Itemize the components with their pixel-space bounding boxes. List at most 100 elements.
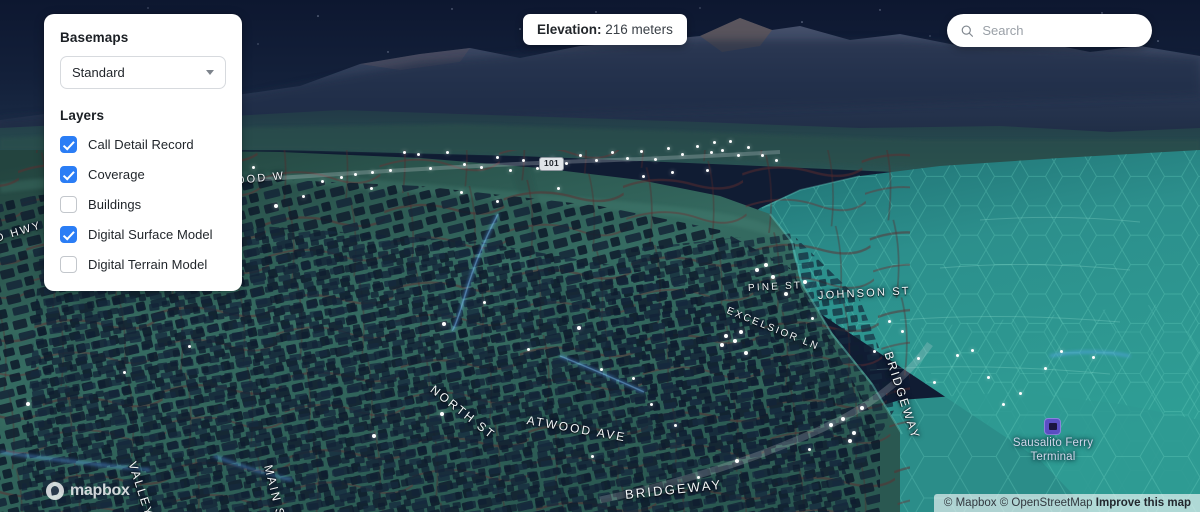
cdr-point [610, 150, 614, 154]
cdr-point [712, 140, 716, 144]
cdr-point [495, 199, 499, 203]
layer-checkbox-digital-terrain-model[interactable] [60, 256, 77, 273]
cdr-point [594, 158, 598, 162]
basemap-select[interactable]: Standard [60, 56, 226, 89]
layer-label: Digital Surface Model [88, 227, 213, 242]
cdr-point [764, 263, 768, 267]
layer-label: Buildings [88, 197, 142, 212]
cdr-point [440, 412, 444, 416]
cdr-point [739, 330, 743, 334]
cdr-point [744, 351, 748, 355]
attribution-mapbox[interactable]: © Mapbox [944, 497, 997, 509]
layer-row-coverage[interactable]: Coverage [60, 166, 226, 183]
cdr-point [720, 343, 724, 347]
cdr-point [736, 153, 740, 157]
layers-list: Call Detail Record Coverage Buildings Digit… [60, 136, 226, 273]
search-box[interactable] [947, 14, 1152, 47]
attribution-openstreetmap[interactable]: © OpenStreetMap [1000, 497, 1093, 509]
cdr-point [370, 170, 374, 174]
layer-row-call-detail-record[interactable]: Call Detail Record [60, 136, 226, 153]
cdr-point [625, 156, 629, 160]
layers-heading: Layers [60, 108, 105, 123]
cdr-point [339, 175, 343, 179]
cdr-point [807, 447, 811, 451]
cdr-point [705, 168, 709, 172]
cdr-point [388, 168, 392, 172]
cdr-point [320, 179, 324, 183]
layer-checkbox-buildings[interactable] [60, 196, 77, 213]
cdr-point [735, 459, 739, 463]
layer-checkbox-call-detail-record[interactable] [60, 136, 77, 153]
layer-checkbox-coverage[interactable] [60, 166, 77, 183]
layer-checkbox-digital-surface-model[interactable] [60, 226, 77, 243]
cdr-point [784, 292, 788, 296]
cdr-point [564, 161, 568, 165]
ferry-icon[interactable] [1044, 418, 1061, 435]
highway-shield-101: 101 [539, 157, 565, 171]
cdr-point [860, 406, 864, 410]
cdr-point [187, 344, 191, 348]
cdr-point [353, 172, 357, 176]
cdr-point [760, 153, 764, 157]
cdr-point [932, 380, 936, 384]
cdr-point [508, 168, 512, 172]
chevron-down-icon [206, 70, 214, 75]
cdr-point [810, 316, 814, 320]
cdr-point [900, 329, 904, 333]
cdr-point [755, 268, 759, 272]
cdr-point [653, 157, 657, 161]
cdr-point [955, 353, 959, 357]
cdr-point [720, 148, 724, 152]
cdr-point [274, 204, 278, 208]
mapbox-logo[interactable]: mapbox [46, 482, 130, 500]
layer-row-buildings[interactable]: Buildings [60, 196, 226, 213]
cdr-point [428, 166, 432, 170]
cdr-point [1043, 366, 1047, 370]
cdr-point [733, 339, 737, 343]
cdr-point [728, 139, 732, 143]
cdr-point [916, 356, 920, 360]
cdr-point [803, 280, 807, 284]
cdr-point [666, 146, 670, 150]
cdr-point [641, 174, 645, 178]
elevation-badge: Elevation: 216 meters [523, 14, 687, 45]
cdr-point [521, 158, 525, 162]
cdr-point [771, 275, 775, 279]
cdr-point [445, 150, 449, 154]
layer-label: Coverage [88, 167, 145, 182]
layer-label: Digital Terrain Model [88, 257, 208, 272]
cdr-point [970, 348, 974, 352]
search-input[interactable] [982, 23, 1138, 38]
cdr-point [709, 150, 713, 154]
cdr-point [599, 367, 603, 371]
cdr-point [369, 186, 373, 190]
basemap-select-value: Standard [72, 65, 125, 80]
cdr-point [774, 158, 778, 162]
cdr-point [848, 439, 852, 443]
cdr-point [631, 376, 635, 380]
cdr-point [1091, 355, 1095, 359]
map-attribution-bar: © Mapbox © OpenStreetMap Improve this ma… [933, 494, 1200, 512]
layer-row-digital-terrain-model[interactable]: Digital Terrain Model [60, 256, 226, 273]
cdr-point [986, 375, 990, 379]
improve-this-map-link[interactable]: Improve this map [1096, 497, 1191, 509]
elevation-label: Elevation: [537, 22, 602, 37]
cdr-point [746, 145, 750, 149]
cdr-point [416, 152, 420, 156]
cdr-point [590, 454, 594, 458]
map-control-panel: Basemaps Standard Layers Call Detail Rec… [44, 14, 242, 291]
cdr-point [1059, 349, 1063, 353]
elevation-value: 216 meters [605, 22, 673, 37]
cdr-point [122, 370, 126, 374]
cdr-point [670, 170, 674, 174]
cdr-point [724, 334, 728, 338]
cdr-point [673, 423, 677, 427]
cdr-point [251, 165, 255, 169]
layer-row-digital-surface-model[interactable]: Digital Surface Model [60, 226, 226, 243]
cdr-point [578, 153, 582, 157]
cdr-point [402, 150, 406, 154]
cdr-point [887, 319, 891, 323]
cdr-point [556, 186, 560, 190]
cdr-point [442, 322, 446, 326]
cdr-point [680, 152, 684, 156]
